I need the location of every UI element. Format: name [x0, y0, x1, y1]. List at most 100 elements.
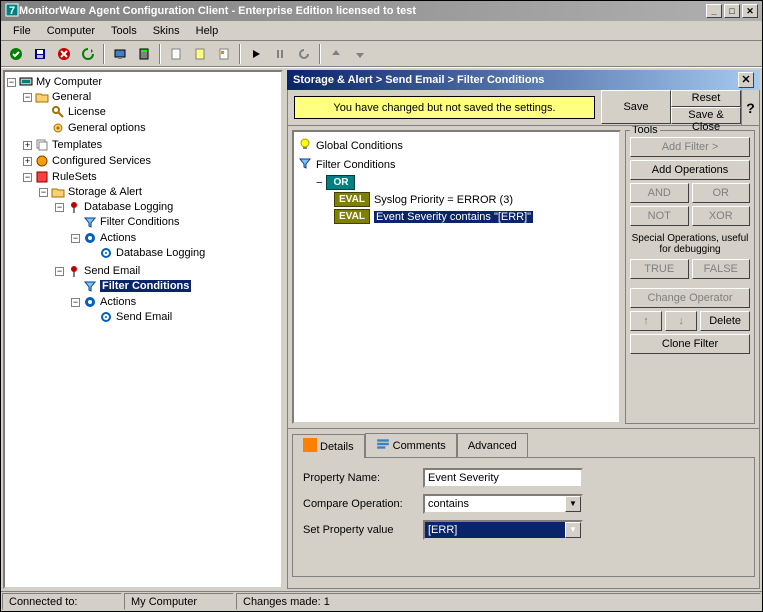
tab-details[interactable]: Details: [292, 434, 365, 458]
special-ops-label: Special Operations, useful for debugging: [630, 233, 750, 255]
compare-operation-label: Compare Operation:: [303, 498, 423, 510]
false-button[interactable]: FALSE: [692, 259, 751, 279]
collapse-icon[interactable]: −: [71, 234, 80, 243]
collapse-icon[interactable]: −: [55, 267, 64, 276]
add-filter-button[interactable]: Add Filter >: [630, 137, 750, 157]
true-button[interactable]: TRUE: [630, 259, 689, 279]
filter-icon: [83, 279, 97, 293]
property-name-input[interactable]: [423, 468, 583, 488]
move-up-button[interactable]: ↑: [630, 311, 662, 331]
and-button[interactable]: AND: [630, 183, 689, 203]
tree-filter-conditions-1[interactable]: Filter Conditions: [71, 215, 279, 229]
tree-general[interactable]: −General: [23, 90, 279, 104]
folder-icon: [35, 90, 49, 104]
xor-button[interactable]: XOR: [692, 206, 751, 226]
cancel-icon[interactable]: [53, 43, 75, 65]
refresh-icon[interactable]: [77, 43, 99, 65]
panel-header: Storage & Alert > Send Email > Filter Co…: [287, 70, 760, 90]
not-button[interactable]: NOT: [630, 206, 689, 226]
computer-icon[interactable]: [109, 43, 131, 65]
tree-actions-2[interactable]: −Actions: [71, 295, 279, 309]
minimize-button[interactable]: _: [706, 4, 722, 18]
menu-skins[interactable]: Skins: [145, 23, 188, 39]
play-icon[interactable]: [245, 43, 267, 65]
save-button[interactable]: Save: [601, 90, 671, 124]
close-window-button[interactable]: ✕: [742, 4, 758, 18]
tree-send-email[interactable]: −Send Email: [55, 264, 279, 278]
global-conditions[interactable]: Global Conditions: [298, 136, 615, 155]
move-down-button[interactable]: ↓: [665, 311, 697, 331]
computer-icon: [19, 75, 33, 89]
collapse-icon[interactable]: −: [316, 177, 322, 189]
expand-icon[interactable]: +: [23, 157, 32, 166]
tree-send-email-action[interactable]: Send Email: [87, 310, 279, 324]
doc2-icon[interactable]: [189, 43, 211, 65]
detail-panel: Details Comments Advanced Property Name:…: [287, 429, 760, 589]
dropdown-arrow-icon[interactable]: ▼: [565, 522, 581, 538]
tree-license[interactable]: License: [39, 105, 279, 119]
menu-tools[interactable]: Tools: [103, 23, 145, 39]
tree-rulesets[interactable]: −RuleSets: [23, 170, 279, 184]
panel-close-button[interactable]: ✕: [738, 72, 754, 88]
tree-storage-alert[interactable]: −Storage & Alert: [39, 185, 279, 199]
tree-db-logging-action[interactable]: Database Logging: [87, 246, 279, 260]
expand-icon[interactable]: +: [23, 141, 32, 150]
tree-pane: −My Computer −General License General op…: [3, 70, 283, 589]
templates-icon: [35, 138, 49, 152]
status-connected: Connected to:: [2, 593, 122, 610]
collapse-icon[interactable]: −: [55, 203, 64, 212]
maximize-button[interactable]: □: [724, 4, 740, 18]
tree-general-options[interactable]: General options: [39, 121, 279, 135]
menu-bar: File Computer Tools Skins Help: [1, 21, 762, 41]
or-button[interactable]: OR: [692, 183, 751, 203]
dropdown-arrow-icon[interactable]: ▼: [565, 496, 581, 512]
doc3-icon[interactable]: [213, 43, 235, 65]
set-property-label: Set Property value: [303, 524, 423, 536]
server-icon[interactable]: [133, 43, 155, 65]
tree-my-computer[interactable]: −My Computer: [7, 75, 279, 89]
filter-conditions-node[interactable]: Filter Conditions: [298, 155, 615, 174]
compare-operation-select[interactable]: contains▼: [423, 494, 583, 514]
menu-computer[interactable]: Computer: [39, 23, 103, 39]
up-icon[interactable]: [325, 43, 347, 65]
down-icon[interactable]: [349, 43, 371, 65]
menu-file[interactable]: File: [5, 23, 39, 39]
toolbar: [1, 41, 762, 67]
tab-advanced[interactable]: Advanced: [457, 433, 528, 457]
check-icon[interactable]: [5, 43, 27, 65]
menu-help[interactable]: Help: [188, 23, 227, 39]
window-title: MonitorWare Agent Configuration Client -…: [19, 5, 706, 17]
key-icon: [51, 105, 65, 119]
collapse-icon[interactable]: −: [39, 188, 48, 197]
reset-button[interactable]: Reset: [671, 90, 741, 107]
save-close-button[interactable]: Save & Close: [671, 107, 741, 124]
help-button[interactable]: ?: [741, 90, 759, 125]
pause-icon[interactable]: [269, 43, 291, 65]
tree-filter-conditions-2[interactable]: Filter Conditions: [71, 279, 279, 293]
change-operator-button[interactable]: Change Operator: [630, 288, 750, 308]
tab-comments[interactable]: Comments: [365, 433, 457, 457]
or-operator[interactable]: −OR: [316, 174, 615, 191]
delete-button[interactable]: Delete: [700, 311, 750, 331]
doc1-icon[interactable]: [165, 43, 187, 65]
property-name-label: Property Name:: [303, 472, 423, 484]
details-icon: [303, 438, 317, 455]
status-changes: Changes made: 1: [236, 593, 761, 610]
tree-templates[interactable]: +Templates: [23, 138, 279, 152]
clone-filter-button[interactable]: Clone Filter: [630, 334, 750, 354]
set-property-select[interactable]: [ERR]▼: [423, 520, 583, 540]
eval-rule-2[interactable]: EVALEvent Severity contains "[ERR]": [334, 208, 615, 225]
collapse-icon[interactable]: −: [71, 298, 80, 307]
collapse-icon[interactable]: −: [23, 173, 32, 182]
tree-database-logging[interactable]: −Database Logging: [55, 200, 279, 214]
add-operations-button[interactable]: Add Operations: [630, 160, 750, 180]
collapse-icon[interactable]: −: [23, 93, 32, 102]
tools-label: Tools: [630, 126, 660, 136]
tree-actions-1[interactable]: −Actions: [71, 231, 279, 245]
collapse-icon[interactable]: −: [7, 78, 16, 87]
target-icon: [99, 246, 113, 260]
save-icon[interactable]: [29, 43, 51, 65]
eval-rule-1[interactable]: EVALSyslog Priority = ERROR (3): [334, 191, 615, 208]
restart-icon[interactable]: [293, 43, 315, 65]
tree-configured-services[interactable]: +Configured Services: [23, 154, 279, 168]
